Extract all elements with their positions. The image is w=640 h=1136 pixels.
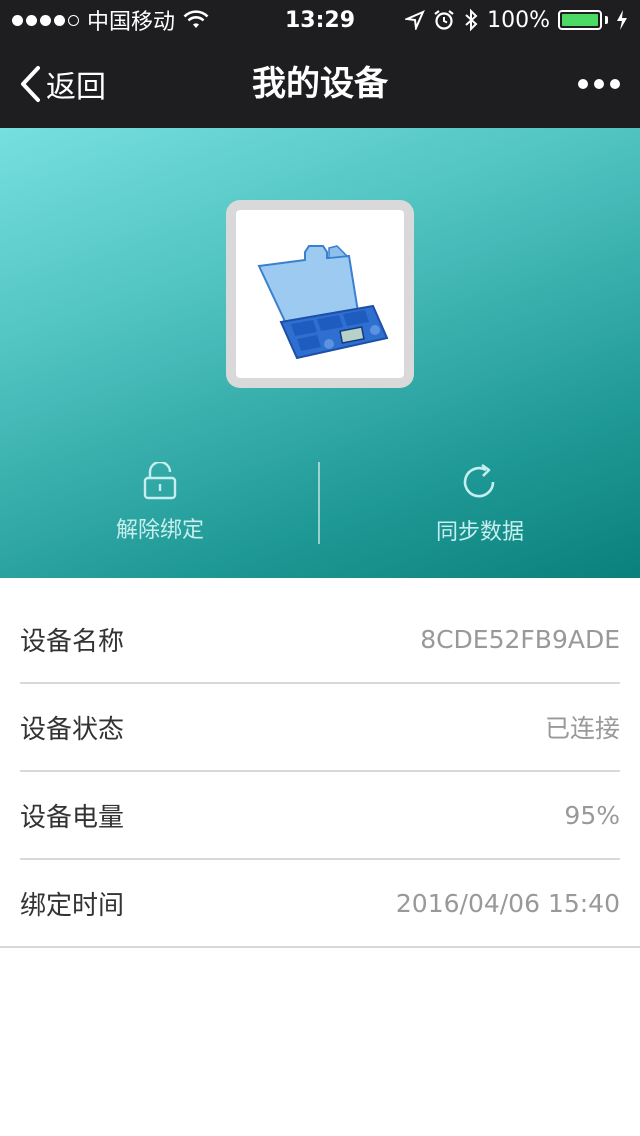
status-left: 中国移动 — [12, 4, 209, 36]
back-label: 返回 — [46, 70, 106, 105]
bind-time-value: 2016/04/06 15:40 — [395, 888, 620, 918]
back-button[interactable]: 返回 — [18, 40, 106, 128]
battery-percent: 100% — [487, 7, 550, 33]
refresh-icon — [463, 463, 495, 498]
bind-time-label: 绑定时间 — [20, 890, 125, 921]
list-item-device-name: 设备名称 8CDE52FB9ADE — [20, 596, 620, 684]
nav-bar: 返回 我的设备 — [0, 40, 640, 128]
device-name-value: 8CDE52FB9ADE — [420, 624, 620, 654]
sync-data-label: 同步数据 — [435, 520, 524, 545]
device-battery-value: 95% — [564, 800, 620, 830]
chevron-left-icon — [21, 66, 40, 102]
device-status-value: 已连接 — [544, 714, 620, 743]
device-hero: 解除绑定 同步数据 — [0, 128, 640, 578]
device-name-label: 设备名称 — [20, 626, 125, 657]
wifi-icon — [183, 10, 209, 28]
status-right: 100% — [405, 8, 628, 33]
more-dots-icon[interactable] — [578, 40, 620, 128]
sync-data-button[interactable]: 同步数据 — [320, 462, 640, 552]
list-item-bind-time: 绑定时间 2016/04/06 15:40 — [0, 860, 640, 948]
signal-strength-icon — [12, 14, 79, 26]
battery-icon — [558, 10, 608, 30]
status-bar: 中国移动 13:29 100% — [0, 0, 640, 40]
device-battery-label: 设备电量 — [20, 802, 125, 833]
alarm-clock-icon — [434, 10, 454, 30]
charging-bolt-icon — [617, 10, 627, 30]
device-info-list: 设备名称 8CDE52FB9ADE 设备状态 已连接 设备电量 95% 绑定时间… — [0, 596, 640, 948]
unbind-label: 解除绑定 — [115, 518, 204, 543]
list-item-device-status: 设备状态 已连接 — [20, 684, 620, 772]
bluetooth-icon — [465, 8, 478, 32]
list-item-device-battery: 设备电量 95% — [20, 772, 620, 860]
location-arrow-icon — [405, 10, 426, 30]
carrier-name: 中国移动 — [87, 10, 176, 35]
unlock-icon — [143, 462, 177, 500]
device-image-frame — [226, 200, 414, 388]
blue-pill-box-image — [236, 210, 404, 378]
device-status-label: 设备状态 — [20, 714, 125, 745]
unbind-button[interactable]: 解除绑定 — [0, 462, 320, 552]
